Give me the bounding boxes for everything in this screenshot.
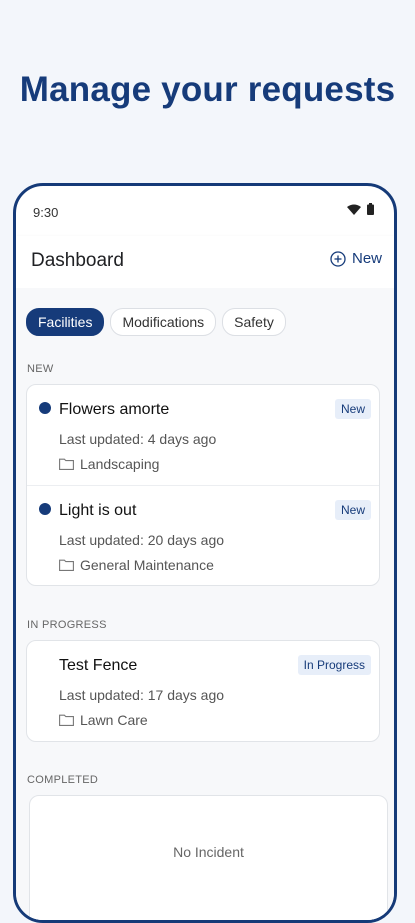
- wifi-icon: [347, 204, 361, 215]
- request-category: Landscaping: [59, 456, 159, 472]
- promo-headline: Manage your requests: [19, 70, 396, 109]
- new-button-label: New: [351, 250, 382, 267]
- new-request-button[interactable]: New: [330, 250, 382, 267]
- battery-icon: [367, 203, 374, 215]
- filter-chip-facilities[interactable]: Facilities: [26, 308, 105, 336]
- status-time: 9:30: [33, 205, 59, 220]
- request-title: Test Fence: [59, 657, 138, 674]
- filter-chips: Facilities Modifications Safety: [26, 308, 286, 336]
- category-label: General Maintenance: [80, 557, 214, 573]
- status-badge: New: [334, 399, 371, 419]
- section-label-completed: COMPLETED: [27, 774, 99, 786]
- request-category: Lawn Care: [59, 712, 148, 728]
- section-label-in-progress: IN PROGRESS: [27, 619, 107, 631]
- last-updated: Last updated: 17 days ago: [59, 687, 225, 703]
- status-badge: New: [334, 500, 371, 520]
- last-updated: Last updated: 20 days ago: [59, 532, 225, 548]
- status-icons: [347, 203, 374, 215]
- dashboard-content: Facilities Modifications Safety NEW Flow…: [16, 288, 394, 920]
- filter-chip-modifications[interactable]: Modifications: [110, 308, 217, 336]
- app-bar: Dashboard New: [16, 236, 394, 288]
- folder-icon: [59, 714, 74, 726]
- request-category: General Maintenance: [59, 557, 214, 573]
- phone-frame: 9:30 Dashboard New Facilities Modificati…: [13, 183, 397, 923]
- request-item[interactable]: Flowers amorte New Last updated: 4 days …: [27, 385, 379, 485]
- section-label-new: NEW: [27, 363, 54, 375]
- category-label: Landscaping: [80, 456, 160, 472]
- folder-icon: [59, 458, 74, 470]
- unread-dot: [39, 503, 51, 515]
- add-circle-icon: [330, 250, 346, 267]
- request-item[interactable]: Test Fence In Progress Last updated: 17 …: [27, 641, 379, 741]
- new-requests-card: Flowers amorte New Last updated: 4 days …: [26, 384, 380, 586]
- unread-dot: [39, 402, 51, 414]
- request-item[interactable]: Light is out New Last updated: 20 days a…: [27, 485, 379, 586]
- filter-chip-safety[interactable]: Safety: [222, 308, 286, 336]
- folder-icon: [59, 559, 74, 571]
- status-bar: 9:30: [16, 186, 394, 236]
- page-title: Dashboard: [31, 250, 124, 271]
- request-title: Flowers amorte: [59, 401, 170, 418]
- category-label: Lawn Care: [80, 712, 148, 728]
- request-title: Light is out: [59, 502, 137, 519]
- completed-empty-card: No Incident: [29, 795, 388, 920]
- status-badge: In Progress: [297, 655, 371, 675]
- last-updated: Last updated: 4 days ago: [59, 431, 217, 447]
- in-progress-card: Test Fence In Progress Last updated: 17 …: [26, 640, 380, 742]
- empty-state-text: No Incident: [173, 844, 244, 860]
